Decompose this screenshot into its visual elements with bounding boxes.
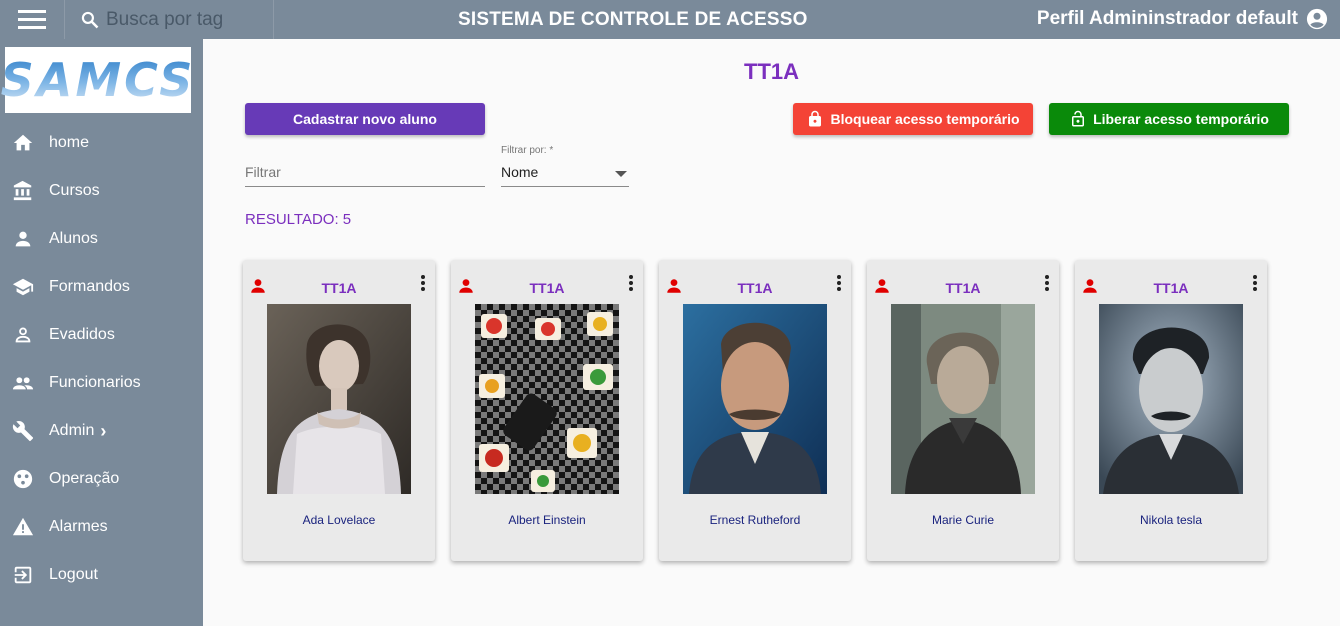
student-card[interactable]: TT1A Marie Curie xyxy=(867,260,1059,561)
student-photo xyxy=(1099,304,1243,494)
student-photo xyxy=(891,304,1035,494)
main-content: TT1A Cadastrar novo aluno Bloquear acess… xyxy=(203,39,1340,626)
block-access-button[interactable]: Bloquear acesso temporário xyxy=(793,103,1033,135)
student-photo xyxy=(475,304,619,494)
sidebar-item-admin[interactable]: Admin › xyxy=(0,407,203,455)
home-icon xyxy=(12,132,34,154)
student-name[interactable]: Ada Lovelace xyxy=(243,513,435,527)
block-access-label: Bloquear acesso temporário xyxy=(830,111,1020,127)
chevron-right-icon: › xyxy=(100,420,107,441)
sidebar-item-label: Admin xyxy=(49,422,95,439)
release-access-label: Liberar acesso temporário xyxy=(1093,111,1269,127)
sidebar-item-evadidos[interactable]: Evadidos xyxy=(0,311,203,359)
graduation-cap-icon xyxy=(12,276,34,298)
sidebar-item-label: Alarmes xyxy=(49,518,108,535)
operation-icon xyxy=(12,468,34,490)
card-class: TT1A xyxy=(945,280,981,296)
unlock-icon xyxy=(1072,110,1085,127)
sidebar-item-formandos[interactable]: Formandos xyxy=(0,263,203,311)
sidebar-item-label: Funcionarios xyxy=(49,374,141,391)
logo-text: SAMCS xyxy=(0,53,196,107)
sidebar-item-cursos[interactable]: Cursos xyxy=(0,167,203,215)
filter-input[interactable] xyxy=(245,157,485,180)
logout-icon xyxy=(12,564,34,586)
more-vert-icon[interactable] xyxy=(837,275,841,293)
hamburger-icon xyxy=(18,10,46,29)
sidebar-item-funcionarios[interactable]: Funcionarios xyxy=(0,359,203,407)
institution-icon xyxy=(12,180,34,202)
menu-button[interactable] xyxy=(0,0,65,39)
more-vert-icon[interactable] xyxy=(1253,275,1257,293)
search-icon xyxy=(81,11,99,28)
more-vert-icon[interactable] xyxy=(629,275,633,293)
sidebar-item-operacao[interactable]: Operação xyxy=(0,455,203,503)
tag-search[interactable] xyxy=(66,0,274,39)
result-count: RESULTADO: 5 xyxy=(245,211,352,228)
card-class: TT1A xyxy=(529,280,565,296)
account-circle-icon xyxy=(1306,8,1328,30)
more-vert-icon[interactable] xyxy=(1045,275,1049,293)
filter-by-label: Filtrar por: * xyxy=(501,145,554,156)
student-card[interactable]: TT1A Albert Einstein xyxy=(451,260,643,561)
people-icon xyxy=(12,372,34,394)
card-class: TT1A xyxy=(737,280,773,296)
sidebar-item-alunos[interactable]: Alunos xyxy=(0,215,203,263)
sidebar-item-alarmes[interactable]: Alarmes xyxy=(0,503,203,551)
card-class: TT1A xyxy=(321,280,357,296)
app-title: SISTEMA DE CONTROLE DE ACESSO xyxy=(458,9,808,30)
student-name[interactable]: Marie Curie xyxy=(867,513,1059,527)
release-access-button[interactable]: Liberar acesso temporário xyxy=(1049,103,1289,135)
sidebar-item-label: Cursos xyxy=(49,182,100,199)
add-student-label: Cadastrar novo aluno xyxy=(293,111,437,127)
sidebar: SAMCS home Cursos Alunos Formandos Evadi… xyxy=(0,39,203,626)
student-card[interactable]: TT1A Nikola tesla xyxy=(1075,260,1267,561)
sidebar-item-label: Logout xyxy=(49,566,98,583)
page-title: TT1A xyxy=(744,59,799,84)
wrench-icon xyxy=(12,420,34,442)
student-name[interactable]: Albert Einstein xyxy=(451,513,643,527)
student-photo xyxy=(267,304,411,494)
sidebar-item-label: Evadidos xyxy=(49,326,115,343)
person-icon xyxy=(12,228,34,250)
more-vert-icon[interactable] xyxy=(421,275,425,293)
filter-by-select[interactable]: Filtrar por: * Nome xyxy=(501,145,629,187)
top-bar: SISTEMA DE CONTROLE DE ACESSO Perfil Adm… xyxy=(0,0,1340,39)
filter-by-value: Nome xyxy=(501,164,539,180)
add-student-button[interactable]: Cadastrar novo aluno xyxy=(245,103,485,135)
sidebar-item-label: Alunos xyxy=(49,230,98,247)
profile-menu[interactable]: Perfil Admininstrador default xyxy=(1037,8,1328,30)
card-class: TT1A xyxy=(1153,280,1189,296)
sidebar-item-label: Operação xyxy=(49,470,120,487)
student-photo xyxy=(683,304,827,494)
student-card[interactable]: TT1A Ada Lovelace xyxy=(243,260,435,561)
profile-label: Perfil Admininstrador default xyxy=(1036,8,1298,29)
warning-icon xyxy=(12,516,34,538)
student-name[interactable]: Ernest Rutheford xyxy=(659,513,851,527)
filter-field[interactable] xyxy=(245,157,485,187)
lock-icon xyxy=(809,110,822,127)
samcs-logo: SAMCS xyxy=(1,47,192,113)
student-name[interactable]: Nikola tesla xyxy=(1075,513,1267,527)
sidebar-nav: home Cursos Alunos Formandos Evadidos Fu… xyxy=(0,119,203,599)
person-outline-icon xyxy=(12,324,34,346)
sidebar-item-label: Formandos xyxy=(49,278,130,295)
search-input[interactable] xyxy=(106,8,266,31)
sidebar-item-logout[interactable]: Logout xyxy=(0,551,203,599)
sidebar-item-label: home xyxy=(49,134,90,151)
student-card[interactable]: TT1A Ernest Rutheford xyxy=(659,260,851,561)
sidebar-item-home[interactable]: home xyxy=(0,119,203,167)
caret-down-icon xyxy=(615,171,627,177)
